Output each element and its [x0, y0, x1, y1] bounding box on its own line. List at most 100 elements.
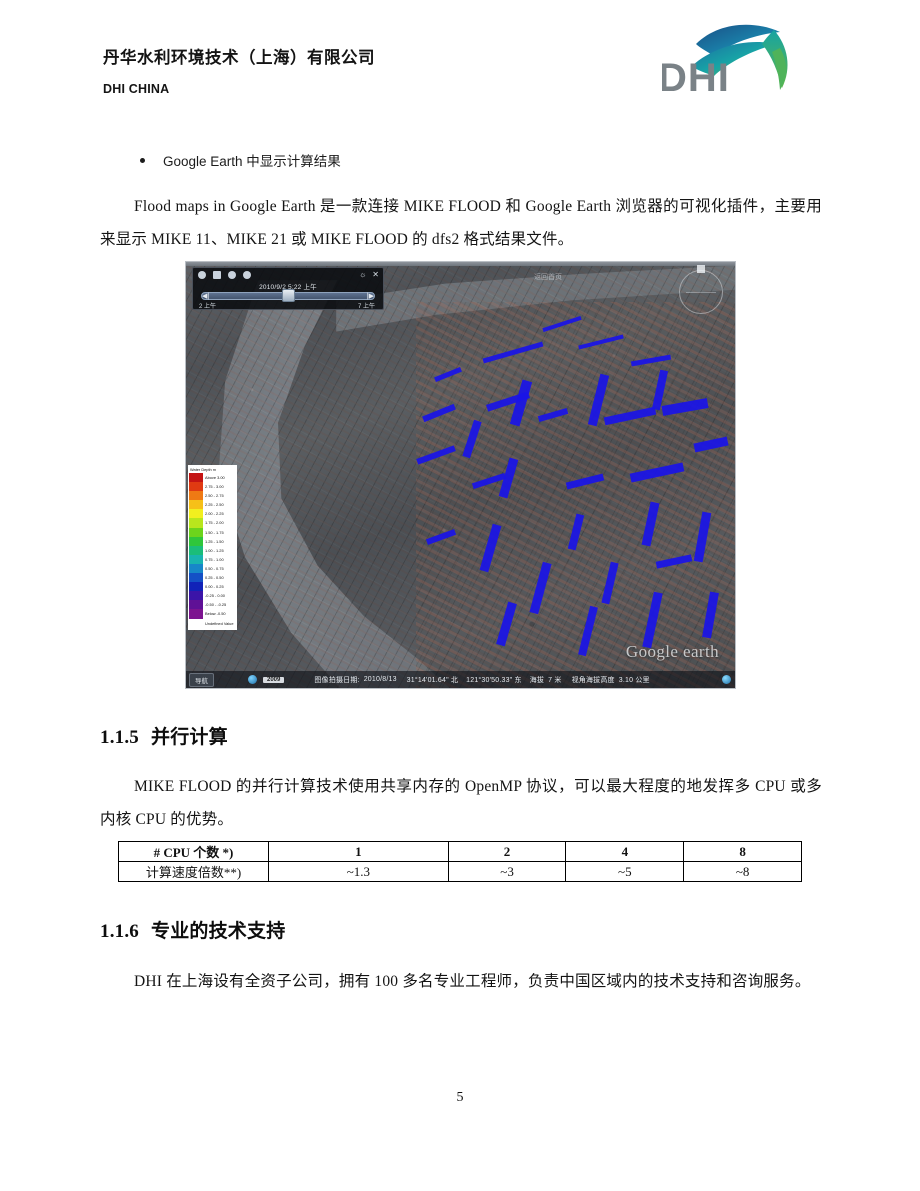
- table-cell: ~1.3: [268, 861, 449, 882]
- time-slider-tools[interactable]: [198, 271, 251, 279]
- paragraph-intro: Flood maps in Google Earth 是一款连接 MIKE FL…: [100, 198, 822, 248]
- time-slider-controls[interactable]: ☼ ✕: [359, 271, 379, 279]
- year-badge: 2009: [263, 676, 285, 683]
- dhi-logo-svg: DHI: [658, 24, 788, 100]
- table-cell: ~8: [683, 861, 802, 882]
- time-slider-start-label: 2 上午: [199, 304, 217, 310]
- legend-row: 0.25 - 0.50: [189, 573, 236, 583]
- legend-row: 1.50 - 1.75: [189, 527, 236, 537]
- dhi-logo-text: DHI: [662, 56, 730, 100]
- legend-row: -0.50 - -0.25: [189, 600, 236, 610]
- bullet-item-label: Google Earth 中显示计算结果: [163, 154, 341, 169]
- bullet-item-google-earth: Google Earth 中显示计算结果: [140, 150, 341, 170]
- table-cell: 1: [268, 841, 449, 862]
- legend-band-label: -0.50 - -0.25: [205, 602, 227, 608]
- legend-band-label: 2.50 - 2.75: [205, 493, 224, 499]
- page-header: 丹华水利环境技术（上海）有限公司 DHI CHINA DHI: [0, 0, 920, 125]
- legend-color-swatch: [189, 591, 203, 601]
- legend-band-label: -0.25 - 0.00: [205, 593, 225, 599]
- legend-band-label: 0.00 - 0.25: [205, 584, 224, 590]
- paragraph-parallel-computing: MIKE FLOOD 的并行计算技术使用共享内存的 OpenMP 协议，可以最大…: [100, 778, 822, 828]
- table-cell: 2: [447, 841, 567, 862]
- legend-row: 1.00 - 1.25: [189, 545, 236, 555]
- time-slider-end-label: 7 上午: [357, 304, 375, 310]
- legend-color-swatch: [189, 536, 203, 546]
- wrench-icon[interactable]: ☼: [359, 271, 366, 279]
- legend-band-label: 1.75 - 2.00: [205, 520, 224, 526]
- legend-band-label: 1.50 - 1.75: [205, 529, 224, 535]
- zoom-in-icon[interactable]: [213, 271, 221, 279]
- status-eye-alt-label: 视角海拔高度: [571, 676, 615, 684]
- legend-color-swatch: [189, 518, 203, 528]
- legend-band-label: Below -0.50: [205, 611, 226, 617]
- legend-row: 2.25 - 2.50: [189, 500, 236, 510]
- ge-top-label[interactable]: 返回首页: [534, 272, 562, 282]
- table-cell: 8: [683, 841, 802, 862]
- legend-color-swatch: [189, 600, 203, 610]
- status-longitude: 121°30'50.33" 东: [466, 676, 522, 684]
- company-name-chinese: 丹华水利环境技术（上海）有限公司: [103, 48, 375, 67]
- status-globe-icon[interactable]: [722, 675, 731, 684]
- google-earth-watermark: Google earth: [625, 642, 719, 661]
- legend-color-swatch: [189, 527, 203, 537]
- legend-color-swatch: [189, 509, 203, 519]
- legend-band-label: 0.25 - 0.50: [205, 575, 224, 581]
- close-icon[interactable]: ✕: [372, 271, 379, 279]
- home-button[interactable]: 导航: [189, 672, 214, 687]
- skip-back-icon[interactable]: ◀|: [202, 292, 209, 300]
- globe-icon[interactable]: [248, 675, 257, 684]
- legend-rows: Above 3.00 2.75 - 3.00 2.50 - 2.75 2.25 - 2…: [189, 473, 236, 628]
- legend-band-label: 2.00 - 2.25: [205, 511, 224, 517]
- google-earth-screenshot: 返回首页 ☼ ✕ 2010/9/2 5:22 上午 ◀| |▶ 2 上午 7 上…: [185, 261, 736, 689]
- paragraph-technical-support: DHI 在上海设有全资子公司，拥有 100 多名专业工程师，负责中国区域内的技术…: [134, 973, 811, 990]
- legend-color-swatch: [189, 554, 203, 564]
- bullet-dot-icon: [140, 158, 145, 163]
- legend-row: 1.75 - 2.00: [189, 518, 236, 528]
- legend-band-label: Undefined Value: [205, 620, 234, 626]
- legend-row: 2.00 - 2.25: [189, 509, 236, 519]
- heading-1-1-6: 1.1.6 专业的技术支持: [100, 916, 285, 943]
- legend-color-swatch: [189, 582, 203, 592]
- time-slider-panel[interactable]: ☼ ✕ 2010/9/2 5:22 上午 ◀| |▶ 2 上午 7 上午: [192, 267, 384, 310]
- status-elevation: 7 米: [548, 676, 562, 684]
- time-slider-handle[interactable]: [282, 289, 295, 302]
- legend-band-label: 0.50 - 0.75: [205, 565, 224, 571]
- skip-forward-icon[interactable]: |▶: [367, 292, 374, 300]
- table-row: 计算速度倍数**) ~1.3 ~3 ~5 ~8: [118, 861, 802, 882]
- legend-row: 0.50 - 0.75: [189, 563, 236, 574]
- table-cell: ~3: [447, 861, 567, 882]
- page-number: 5: [456, 1090, 464, 1105]
- legend-row: 2.75 - 3.00: [189, 482, 236, 492]
- legend-band-label: 1.00 - 1.25: [205, 547, 224, 553]
- dhi-logo: DHI: [658, 18, 812, 108]
- legend-row: 2.50 - 2.75: [189, 491, 236, 501]
- legend-row: Above 3.00: [189, 473, 236, 483]
- table-cell-label: 计算速度倍数**): [118, 861, 269, 882]
- navigation-compass-icon[interactable]: [679, 265, 723, 314]
- table-cell: ~5: [565, 861, 685, 882]
- table-row: # CPU 个数 *) 1 2 4 8: [118, 841, 802, 862]
- heading-1-1-5-number: 1.1.5: [100, 727, 139, 748]
- clock-icon[interactable]: [198, 271, 206, 279]
- legend-color-swatch: [189, 473, 203, 483]
- legend-color-swatch: [189, 482, 203, 492]
- status-imagery-date-label: 图像拍摄日期:: [314, 676, 360, 684]
- legend-color-swatch: [189, 609, 203, 619]
- company-name-english: DHI CHINA: [103, 82, 170, 96]
- legend-row: -0.25 - 0.00: [189, 591, 236, 601]
- legend-color-swatch: [189, 573, 203, 583]
- water-depth-legend: Water Depth m Above 3.00 2.75 - 3.00 2.50 …: [188, 465, 237, 630]
- legend-color-swatch: [189, 500, 203, 510]
- legend-row: 0.75 - 1.00: [189, 554, 236, 564]
- status-eye-alt: 3.10 公里: [618, 676, 650, 684]
- legend-band-label: Above 3.00: [205, 475, 225, 480]
- loop-icon[interactable]: [243, 271, 251, 279]
- legend-band-label: 0.75 - 1.00: [205, 556, 224, 562]
- heading-1-1-6-number: 1.1.6: [100, 921, 139, 942]
- window-top-strip: [186, 262, 735, 266]
- ge-status-bar: 导航 2009 图像拍摄日期: 2010/8/13 31°14'01.64" 北…: [186, 671, 735, 688]
- status-imagery-date: 2010/8/13: [363, 676, 397, 683]
- cpu-speedup-table: # CPU 个数 *) 1 2 4 8 计算速度倍数**) ~1.3 ~3 ~5…: [118, 841, 802, 882]
- legend-band-label: 2.25 - 2.50: [205, 502, 224, 508]
- zoom-out-icon[interactable]: [228, 271, 236, 279]
